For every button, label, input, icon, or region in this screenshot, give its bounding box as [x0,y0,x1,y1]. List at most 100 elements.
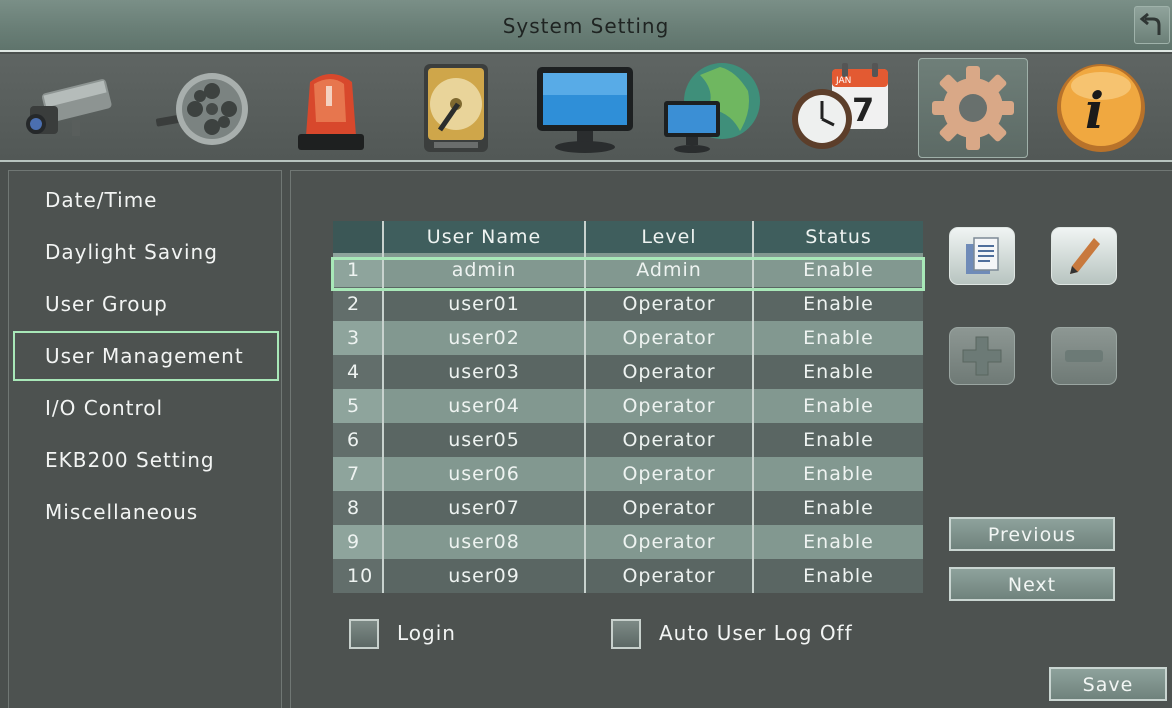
menu-item-user-group[interactable]: User Group [15,281,281,327]
pencil-icon [1070,238,1100,274]
level-cell: Operator [584,491,753,525]
information-tab[interactable]: i [1046,58,1156,158]
status-cell: Enable [752,457,923,491]
camera-setup-tab[interactable] [14,58,124,158]
column-header-index [333,221,383,253]
monitor-icon [537,67,633,153]
status-cell: Enable [752,389,923,423]
delete-user-button[interactable] [1051,327,1117,385]
alarm-siren-icon [298,74,364,150]
auto-user-log-off-checkbox[interactable] [611,619,641,649]
menu-item-io-control[interactable]: I/O Control [15,385,281,431]
status-cell: Enable [752,321,923,355]
status-cell: Enable [752,491,923,525]
user-name-cell: user06 [382,457,585,491]
info-glyph: i [1085,81,1104,140]
table-row[interactable]: 3 user02 Operator Enable [333,321,923,355]
system-setup-tab[interactable] [918,58,1028,158]
login-checkbox[interactable] [349,619,379,649]
auto-user-log-off-label: Auto User Log Off [659,621,853,645]
menu-item-miscellaneous[interactable]: Miscellaneous [15,489,281,535]
network-globe-icon [664,63,760,153]
save-button[interactable]: Save [1049,667,1167,701]
copy-user-button[interactable] [949,227,1015,285]
row-index: 3 [333,321,383,355]
calendar-month-text: JAN [835,76,851,86]
user-name-cell: user08 [382,525,585,559]
table-row[interactable]: 2 user01 Operator Enable [333,287,923,321]
schedule-setup-tab[interactable]: JAN 7 [786,58,896,158]
add-user-button[interactable] [949,327,1015,385]
return-arrow-icon [1139,12,1161,35]
schedule-clock-calendar-icon: JAN 7 [792,63,888,149]
status-cell: Enable [752,559,923,593]
status-cell: Enable [752,423,923,457]
user-table: User Name Level Status 1 admin Admin Enable… [333,221,923,593]
user-name-cell: admin [382,253,585,287]
next-page-button[interactable]: Next [949,567,1115,601]
level-cell: Admin [584,253,753,287]
category-icon-bar: JAN 7 i [0,54,1172,162]
row-index: 5 [333,389,383,423]
plus-icon [962,336,1002,376]
status-cell: Enable [752,355,923,389]
film-reel-icon [155,73,248,145]
row-index: 2 [333,287,383,321]
table-row[interactable]: 1 admin Admin Enable [333,253,923,287]
user-name-cell: user02 [382,321,585,355]
table-row[interactable]: 8 user07 Operator Enable [333,491,923,525]
record-setup-tab[interactable] [148,58,258,158]
column-header-user-name: User Name [382,221,585,253]
table-row[interactable]: 4 user03 Operator Enable [333,355,923,389]
status-cell: Enable [752,287,923,321]
row-index: 9 [333,525,383,559]
hard-drive-icon [424,64,488,152]
user-name-cell: user05 [382,423,585,457]
previous-page-button[interactable]: Previous [949,517,1115,551]
level-cell: Operator [584,423,753,457]
user-name-cell: user03 [382,355,585,389]
system-gear-icon [932,66,1014,150]
row-index: 10 [333,559,383,593]
level-cell: Operator [584,525,753,559]
level-cell: Operator [584,321,753,355]
table-row[interactable]: 10 user09 Operator Enable [333,559,923,593]
user-name-cell: user04 [382,389,585,423]
table-row[interactable]: 7 user06 Operator Enable [333,457,923,491]
camera-icon [26,79,112,136]
level-cell: Operator [584,457,753,491]
row-index: 8 [333,491,383,525]
status-cell: Enable [752,525,923,559]
menu-item-daylight-saving[interactable]: Daylight Saving [15,229,281,275]
table-row[interactable]: 5 user04 Operator Enable [333,389,923,423]
menu-item-date-time[interactable]: Date/Time [15,177,281,223]
back-button[interactable] [1134,6,1170,44]
column-header-status: Status [752,221,923,253]
minus-icon [1065,350,1103,362]
storage-setup-tab[interactable] [400,58,510,158]
user-name-cell: user07 [382,491,585,525]
network-setup-tab[interactable] [660,58,770,158]
level-cell: Operator [584,389,753,423]
settings-menu: Date/Time Daylight Saving User Group Use… [8,170,282,708]
level-cell: Operator [584,559,753,593]
calendar-day-text: 7 [852,91,874,129]
login-label: Login [397,621,456,645]
table-row[interactable]: 6 user05 Operator Enable [333,423,923,457]
column-header-level: Level [584,221,753,253]
display-setup-tab[interactable] [530,58,640,158]
table-header-row: User Name Level Status [333,221,923,253]
menu-item-ekb200-setting[interactable]: EKB200 Setting [15,437,281,483]
user-name-cell: user09 [382,559,585,593]
user-management-panel: User Name Level Status 1 admin Admin Enable… [290,170,1172,708]
alarm-setup-tab[interactable] [276,58,386,158]
window-title: System Setting [502,14,670,38]
table-row[interactable]: 9 user08 Operator Enable [333,525,923,559]
info-icon: i [1057,64,1145,152]
level-cell: Operator [584,287,753,321]
menu-item-user-management[interactable]: User Management [13,331,279,381]
row-index: 6 [333,423,383,457]
edit-user-button[interactable] [1051,227,1117,285]
level-cell: Operator [584,355,753,389]
row-index: 7 [333,457,383,491]
